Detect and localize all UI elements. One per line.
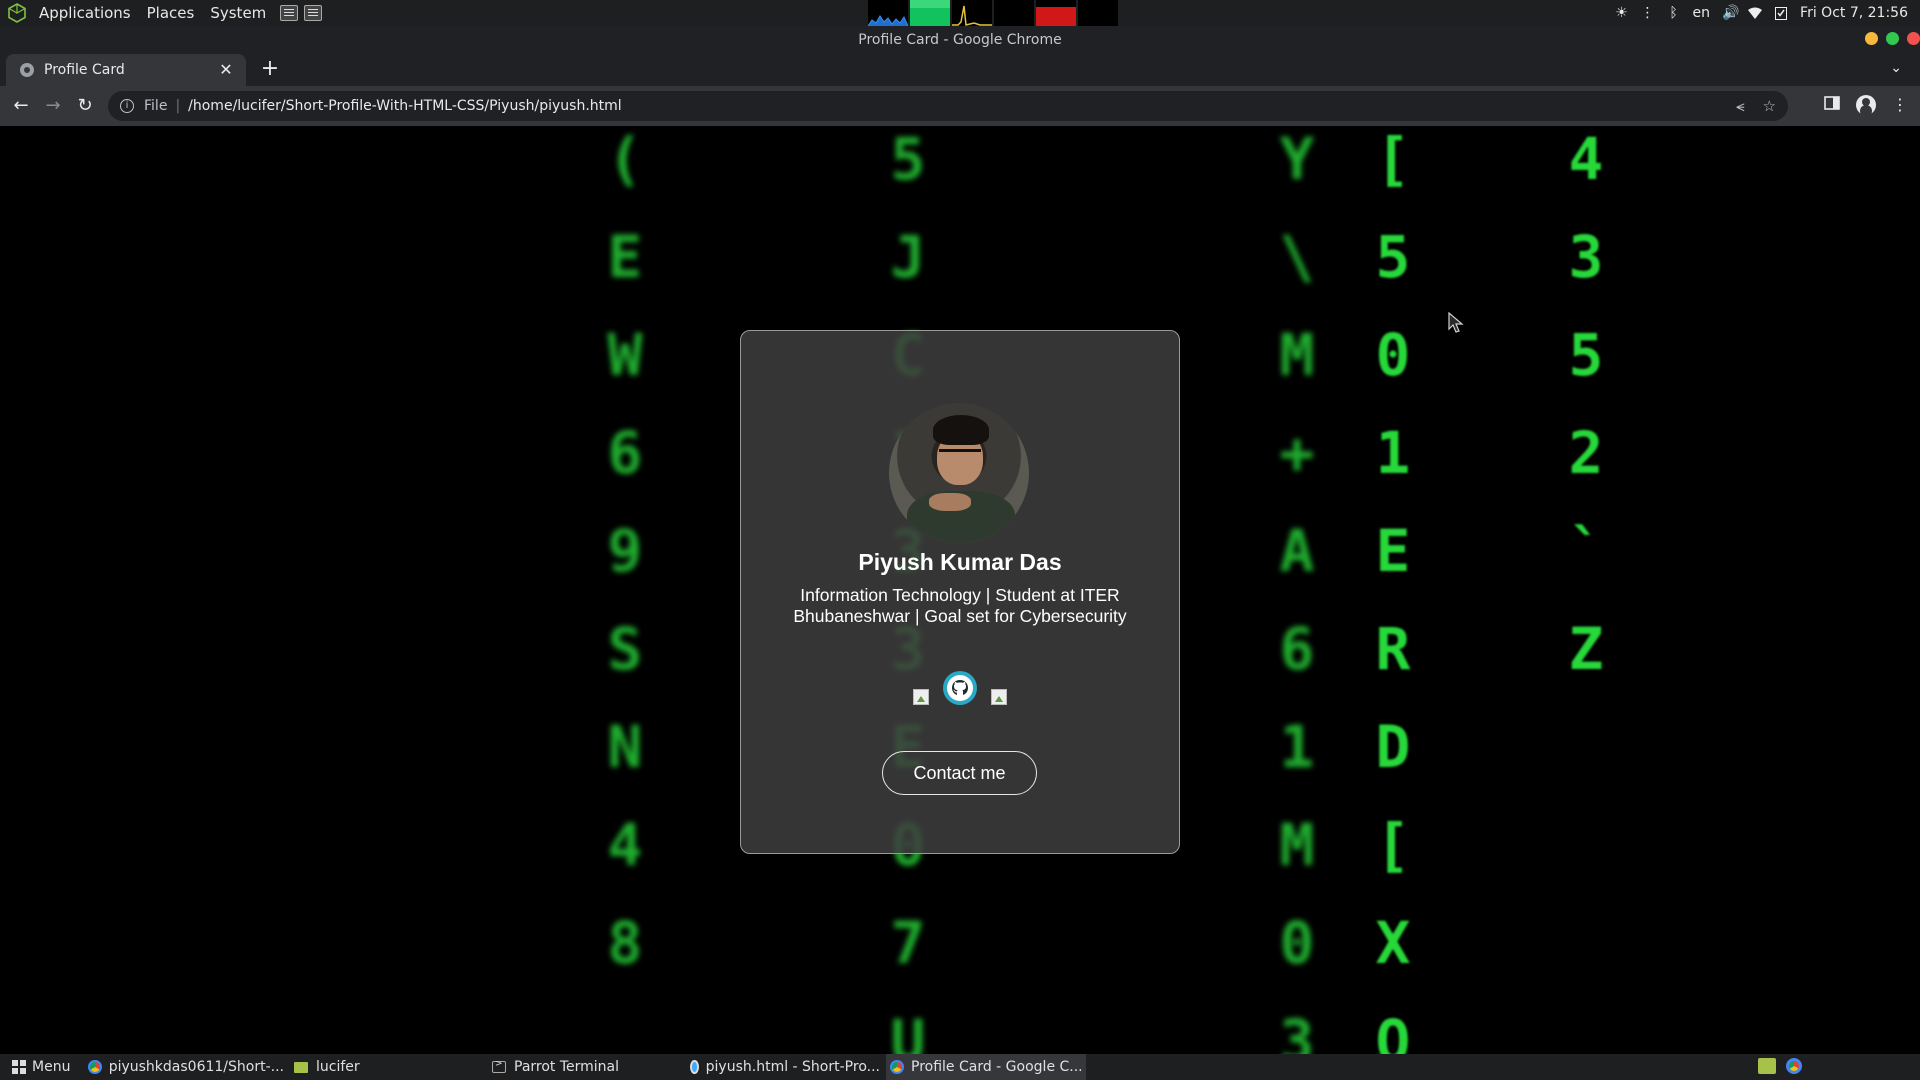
tab-title: Profile Card — [44, 62, 125, 78]
taskbar-item-terminal[interactable]: Parrot Terminal — [492, 1054, 682, 1080]
bookmark-star-icon[interactable]: ☆ — [1763, 97, 1776, 115]
clock[interactable]: Fri Oct 7, 21:56 — [1800, 5, 1908, 21]
taskbar-item-file-manager[interactable]: lucifer — [294, 1054, 484, 1080]
folder-icon — [294, 1061, 308, 1073]
load-graph-icon — [994, 0, 1034, 26]
taskbar-tray — [1758, 1058, 1802, 1074]
broken-image-icon[interactable] — [913, 689, 929, 705]
globe-icon — [20, 63, 34, 77]
taskbar-item-chrome-github[interactable]: piyushkdas0611/Short-... — [88, 1054, 284, 1080]
profile-avatar-icon[interactable] — [1856, 95, 1876, 115]
chrome-tray-icon[interactable] — [1786, 1058, 1802, 1074]
taskbar-item-vscode[interactable]: piyush.html - Short-Pro... — [690, 1054, 880, 1080]
profile-name: Piyush Kumar Das — [858, 549, 1062, 575]
network-graph-icon — [952, 0, 992, 26]
places-menu[interactable]: Places — [139, 0, 203, 26]
close-icon[interactable]: ✕ — [216, 60, 236, 80]
keyboard-layout[interactable]: en — [1693, 5, 1711, 21]
system-monitor-graphs[interactable] — [868, 0, 1120, 26]
mouse-cursor-icon — [1448, 312, 1464, 333]
clipboard-icon[interactable] — [1774, 6, 1788, 20]
parrot-logo-icon[interactable] — [7, 3, 27, 23]
forward-arrow-icon[interactable]: → — [42, 95, 64, 117]
bluetooth-icon[interactable]: ᛒ — [1667, 6, 1681, 20]
cpu-graph-icon — [868, 0, 908, 26]
text-editor-launcher-icon[interactable] — [280, 5, 299, 21]
matrix-column: (E W 6 9 S N 4 8 — [607, 126, 643, 977]
wifi-icon[interactable] — [1748, 6, 1763, 20]
maximize-button[interactable] — [1886, 32, 1899, 45]
swap-graph-icon — [1078, 0, 1118, 26]
terminal-launcher-icon[interactable] — [304, 5, 323, 21]
kebab-menu-icon[interactable]: ⋮ — [1890, 95, 1910, 115]
chrome-icon — [890, 1060, 904, 1074]
disk-graph-icon — [1036, 0, 1076, 26]
volume-icon[interactable]: 🔊 — [1722, 6, 1739, 20]
system-top-panel: Applications Places System ☀ ⋮ ᛒ en 🔊 Fr… — [0, 0, 1920, 26]
grid-menu-icon — [12, 1060, 26, 1074]
system-menu[interactable]: System — [202, 0, 274, 26]
url-text[interactable]: /home/lucifer/Short-Profile-With-HTML-CS… — [188, 98, 622, 114]
tab-search-chevron-icon[interactable]: ⌄ — [1890, 60, 1902, 76]
more-icon[interactable]: ⋮ — [1641, 6, 1655, 20]
bottom-taskbar: Menu piyushkdas0611/Short-... lucifer Pa… — [0, 1054, 1920, 1080]
profile-card: Piyush Kumar Das Information Technology … — [740, 330, 1180, 854]
matrix-column: [5 0 1 E R D[X O — [1375, 126, 1411, 1054]
address-bar[interactable]: i File | /home/lucifer/Short-Profile-Wit… — [108, 91, 1788, 121]
reload-icon[interactable]: ↻ — [74, 95, 96, 117]
terminal-icon — [492, 1059, 506, 1073]
url-separator: | — [175, 98, 181, 114]
window-controls — [1865, 32, 1920, 45]
start-menu-button[interactable]: Menu — [12, 1054, 70, 1080]
brightness-icon[interactable]: ☀ — [1615, 6, 1629, 20]
tab-profile-card[interactable]: Profile Card ✕ — [6, 54, 246, 86]
side-panel-icon[interactable] — [1822, 95, 1842, 115]
share-icon[interactable]: ⪪ — [1736, 97, 1744, 115]
matrix-column: Y \ M + A 6 1 M 0 3 — [1279, 126, 1315, 1054]
workspace-switcher-icon[interactable] — [1758, 1058, 1776, 1074]
close-window-button[interactable] — [1907, 32, 1920, 45]
tab-strip: Profile Card ✕ + ⌄ — [0, 52, 1920, 86]
profile-photo — [889, 403, 1029, 543]
url-scheme-label: File — [144, 98, 168, 114]
profile-bio: Information Technology | Student at ITER… — [793, 585, 1127, 626]
vscode-icon — [690, 1060, 699, 1074]
memory-graph-icon — [910, 0, 950, 26]
new-tab-button[interactable]: + — [258, 58, 282, 82]
matrix-column: 4 3 5 2 ` Z — [1568, 126, 1604, 683]
taskbar-item-chrome-profile-card[interactable]: Profile Card - Google C... — [886, 1054, 1086, 1080]
site-info-icon[interactable]: i — [120, 99, 134, 113]
social-links — [741, 671, 1179, 705]
contact-me-button[interactable]: Contact me — [882, 751, 1037, 795]
broken-image-icon[interactable] — [991, 689, 1007, 705]
browser-toolbar: ← → ↻ i File | /home/lucifer/Short-Profi… — [0, 86, 1920, 126]
back-arrow-icon[interactable]: ← — [10, 95, 32, 117]
applications-menu[interactable]: Applications — [31, 0, 139, 26]
window-title: Profile Card - Google Chrome — [0, 26, 1920, 52]
minimize-button[interactable] — [1865, 32, 1878, 45]
github-icon[interactable] — [943, 671, 977, 705]
chrome-icon — [88, 1060, 102, 1074]
page-viewport: (EW69SN48 5JC333E07U 4352`Z [501ERD[XO Y… — [0, 126, 1920, 1054]
